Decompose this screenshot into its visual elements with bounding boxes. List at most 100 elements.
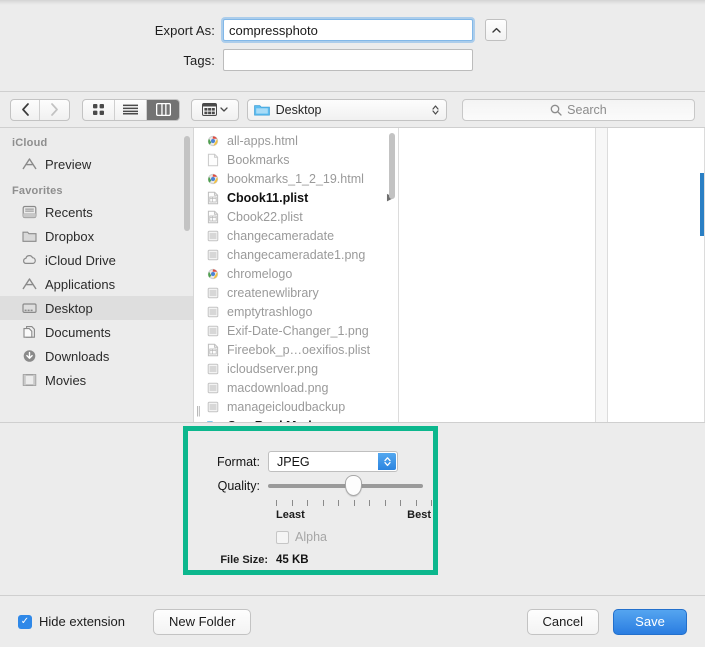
- file-list-item[interactable]: Cbook11.plist▶: [194, 188, 398, 207]
- file-list-item[interactable]: icloudserver.png: [194, 359, 398, 378]
- chrome-doc-icon: [207, 135, 219, 146]
- file-name-label: bookmarks_1_2_19.html: [227, 171, 364, 186]
- quality-label: Quality:: [217, 479, 260, 493]
- sidebar-item-label: Dropbox: [45, 228, 95, 244]
- quality-tick: [384, 500, 386, 506]
- format-popup-button[interactable]: JPEG: [268, 451, 398, 472]
- quality-row: Quality:: [210, 475, 450, 496]
- sidebar-item-dropbox[interactable]: Dropbox: [0, 224, 193, 248]
- file-list-item[interactable]: changecameradate1.png: [194, 245, 398, 264]
- file-list-item[interactable]: emptytrashlogo: [194, 302, 398, 321]
- save-button[interactable]: Save: [613, 608, 687, 635]
- browser-selection-indicator: [700, 173, 704, 236]
- alpha-row: Alpha: [276, 530, 450, 544]
- file-name-label: emptytrashlogo: [227, 304, 313, 319]
- sidebar-item-documents[interactable]: Documents: [0, 320, 193, 344]
- alpha-checkbox[interactable]: [276, 530, 289, 544]
- file-list-item[interactable]: all-apps.html: [194, 131, 398, 150]
- arrange-menu-button[interactable]: [192, 100, 238, 120]
- quality-tick: [415, 500, 417, 506]
- file-list-item[interactable]: macdownload.png: [194, 378, 398, 397]
- view-mode-segmented-control: [82, 98, 180, 121]
- file-list-item[interactable]: changecameradate: [194, 226, 398, 245]
- icon-view-button[interactable]: [83, 99, 115, 120]
- file-list-item[interactable]: Fireebok_p…oexifios.plist: [194, 340, 398, 359]
- search-icon: [550, 104, 562, 116]
- file-list-item[interactable]: Bookmarks: [194, 150, 398, 169]
- image-doc-icon: [207, 306, 219, 317]
- chrome-doc-icon: [207, 134, 221, 148]
- sidebar-item-movies[interactable]: Movies: [0, 368, 193, 392]
- plist-doc-icon: [207, 343, 219, 356]
- quality-tick: [307, 500, 308, 506]
- cloud-icon: [23, 255, 36, 264]
- sidebar-item-preview[interactable]: Preview: [0, 152, 193, 176]
- export-as-input[interactable]: compressphoto: [223, 19, 473, 41]
- back-button[interactable]: [11, 99, 40, 120]
- sidebar-item-label: Desktop: [45, 300, 93, 316]
- quality-slider-thumb[interactable]: [344, 475, 362, 496]
- image-doc-icon: [207, 287, 219, 298]
- file-name-label: all-apps.html: [227, 133, 298, 148]
- quality-slider[interactable]: [268, 475, 423, 496]
- blank-doc-icon: [207, 153, 221, 167]
- cancel-button[interactable]: Cancel: [526, 608, 599, 635]
- image-doc-icon: [207, 324, 221, 338]
- image-doc-icon: [207, 248, 221, 262]
- column-resize-handle[interactable]: ||: [196, 405, 201, 417]
- sidebar-item-applications[interactable]: Applications: [0, 272, 193, 296]
- sidebar-item-downloads[interactable]: Downloads: [0, 344, 193, 368]
- file-list-scrollbar[interactable]: [389, 133, 395, 199]
- sidebar-group-title: Favorites: [12, 185, 63, 197]
- sidebar-item-label: Downloads: [45, 348, 110, 364]
- format-row: Format: JPEG: [210, 451, 450, 472]
- format-value-label: JPEG: [277, 454, 310, 469]
- file-list-item[interactable]: manageicloudbackup: [194, 397, 398, 416]
- image-doc-icon: [207, 305, 221, 319]
- list-view-button[interactable]: [115, 99, 147, 120]
- sidebar-item-label: Documents: [45, 324, 111, 340]
- quality-least-label: Least: [276, 509, 305, 521]
- desktop-icon: [22, 303, 37, 313]
- image-doc-icon: [207, 401, 219, 412]
- options-rows: Format: JPEG Quality: Least Best Alpha F…: [210, 451, 450, 566]
- file-name-label: changecameradate: [227, 228, 335, 243]
- export-as-label: Export As:: [154, 22, 215, 38]
- disclosure-toggle-button[interactable]: [485, 19, 507, 41]
- sidebar-item-label: Applications: [45, 276, 116, 292]
- file-name-label: Exif-Date-Changer_1.png: [227, 323, 369, 338]
- file-list-item[interactable]: chromelogo: [194, 264, 398, 283]
- search-input[interactable]: Search: [461, 98, 695, 121]
- sidebar-item-desktop[interactable]: Desktop: [0, 296, 193, 320]
- forward-button[interactable]: [40, 100, 69, 120]
- chevron-up-icon: [491, 27, 501, 33]
- file-list-item[interactable]: Cbook22.plist: [194, 207, 398, 226]
- hide-extension-label: Hide extension: [39, 614, 125, 629]
- tags-input[interactable]: [223, 49, 473, 71]
- new-folder-button[interactable]: New Folder: [153, 608, 252, 635]
- sidebar-item-icloud-drive[interactable]: iCloud Drive: [0, 248, 193, 272]
- download-icon: [23, 350, 36, 362]
- blank-doc-icon: [207, 153, 219, 166]
- name-form-area: Export As: compressphoto Tags:: [0, 5, 705, 91]
- format-stepper-icon[interactable]: [378, 453, 396, 470]
- quality-tick: [400, 500, 401, 506]
- file-list-item[interactable]: Exif-Date-Changer_1.png: [194, 321, 398, 340]
- column-view-button[interactable]: [147, 99, 179, 120]
- quality-tick: [276, 500, 277, 506]
- hide-extension-checkbox[interactable]: ✓: [18, 614, 32, 629]
- image-doc-icon: [207, 286, 221, 300]
- sidebar: iCloud Preview Favorites Recents Dropbox…: [0, 128, 194, 422]
- path-popup-button[interactable]: Desktop: [246, 98, 447, 121]
- browser-column-1: all-apps.html Bookmarks bookmarks_1_2_19.h…: [194, 128, 399, 422]
- file-name-label: macdownload.png: [227, 380, 329, 395]
- file-list-item[interactable]: createnewlibrary: [194, 283, 398, 302]
- file-list-item[interactable]: bookmarks_1_2_19.html: [194, 169, 398, 188]
- file-name-label: changecameradate1.png: [227, 247, 366, 262]
- recents-icon: [22, 205, 37, 219]
- image-doc-icon: [207, 381, 221, 395]
- plist-doc-icon: [207, 343, 221, 357]
- path-popup-label: Desktop: [275, 102, 322, 117]
- sidebar-item-recents[interactable]: Recents: [0, 200, 193, 224]
- sidebar-scrollbar[interactable]: [184, 136, 190, 231]
